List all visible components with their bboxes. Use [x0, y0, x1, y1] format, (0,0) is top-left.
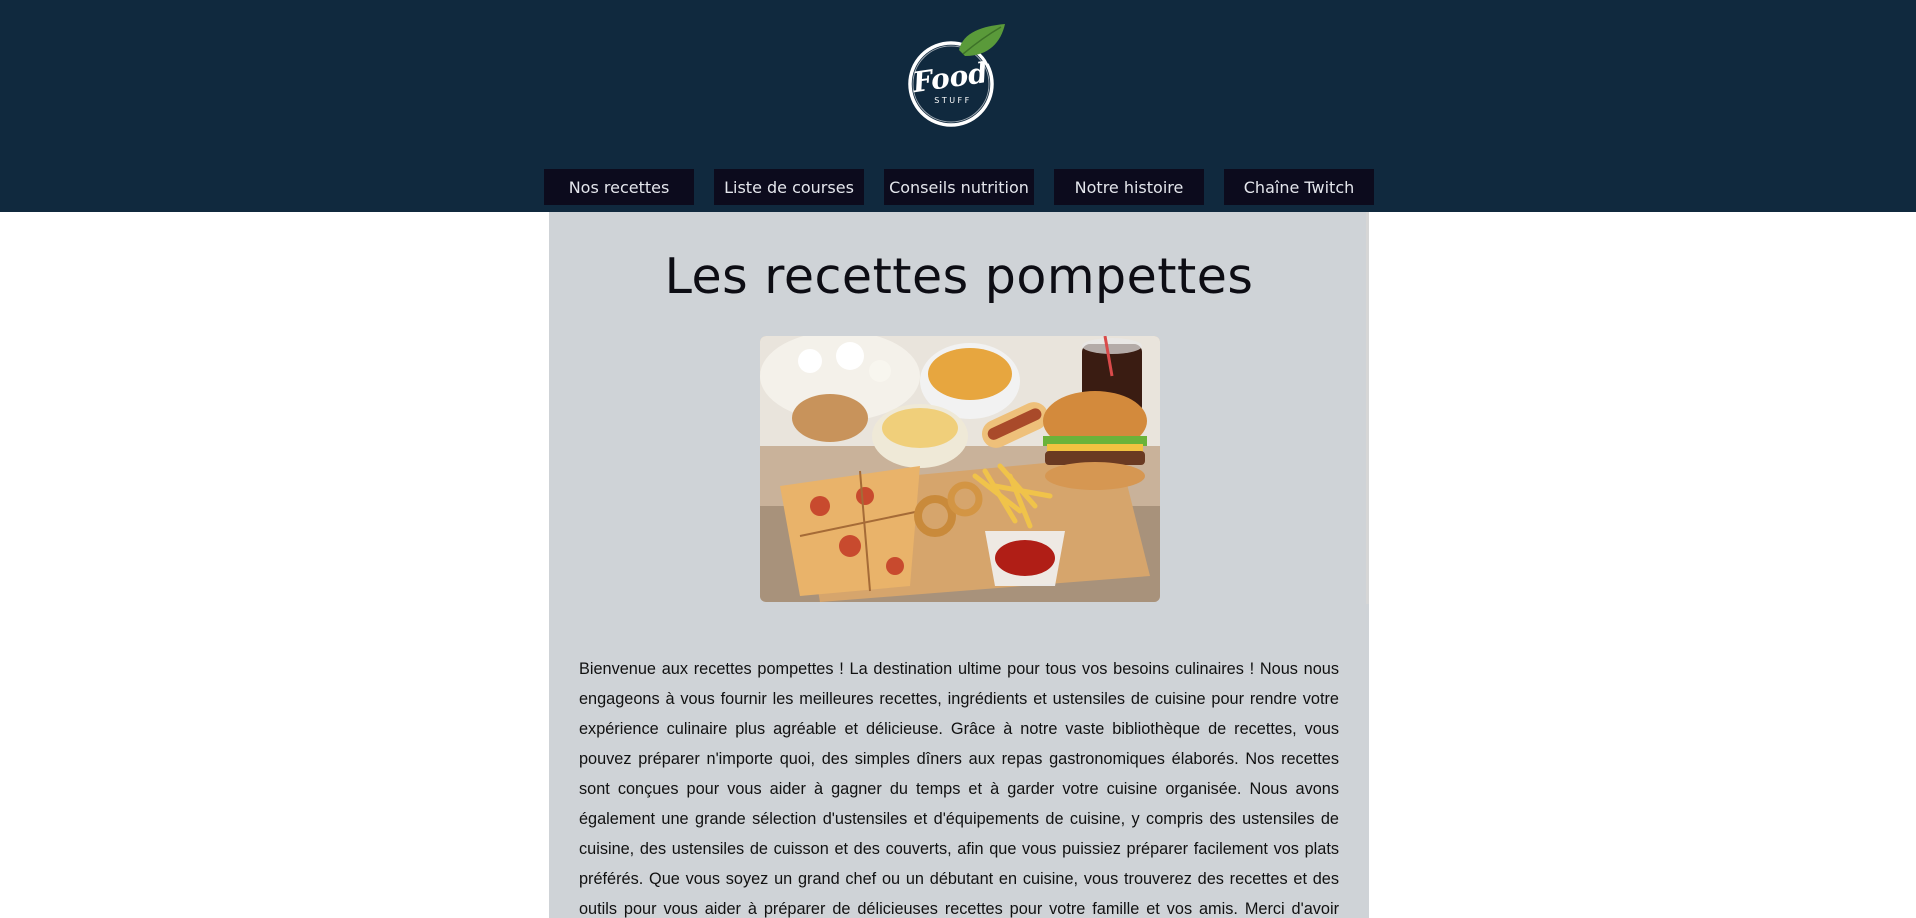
main-content: Les recettes pompettes Bienvenue aux rec…: [549, 212, 1369, 918]
nav-item-chaine-twitch[interactable]: Chaîne Twitch: [1224, 169, 1374, 205]
page-title: Les recettes pompettes: [664, 248, 1254, 305]
fast-food-platter-icon: [760, 336, 1160, 602]
site-header: Food STUFF Nos recettes Liste de courses…: [0, 0, 1916, 212]
nav-item-notre-histoire[interactable]: Notre histoire: [1054, 169, 1204, 205]
logo-text-food: Food: [910, 56, 990, 99]
fast-food-image: [760, 336, 1160, 602]
scrollbar[interactable]: [1366, 212, 1369, 604]
nav-item-conseils-nutrition[interactable]: Conseils nutrition: [884, 169, 1034, 205]
logo-text-stuff: STUFF: [934, 96, 972, 105]
food-stuff-logo[interactable]: Food STUFF: [905, 24, 1005, 130]
intro-paragraph: Bienvenue aux recettes pompettes ! La de…: [579, 660, 1339, 918]
nav-item-liste-de-courses[interactable]: Liste de courses: [714, 169, 864, 205]
main-nav: Nos recettes Liste de courses Conseils n…: [0, 169, 1916, 205]
nav-item-nos-recettes[interactable]: Nos recettes: [544, 169, 694, 205]
